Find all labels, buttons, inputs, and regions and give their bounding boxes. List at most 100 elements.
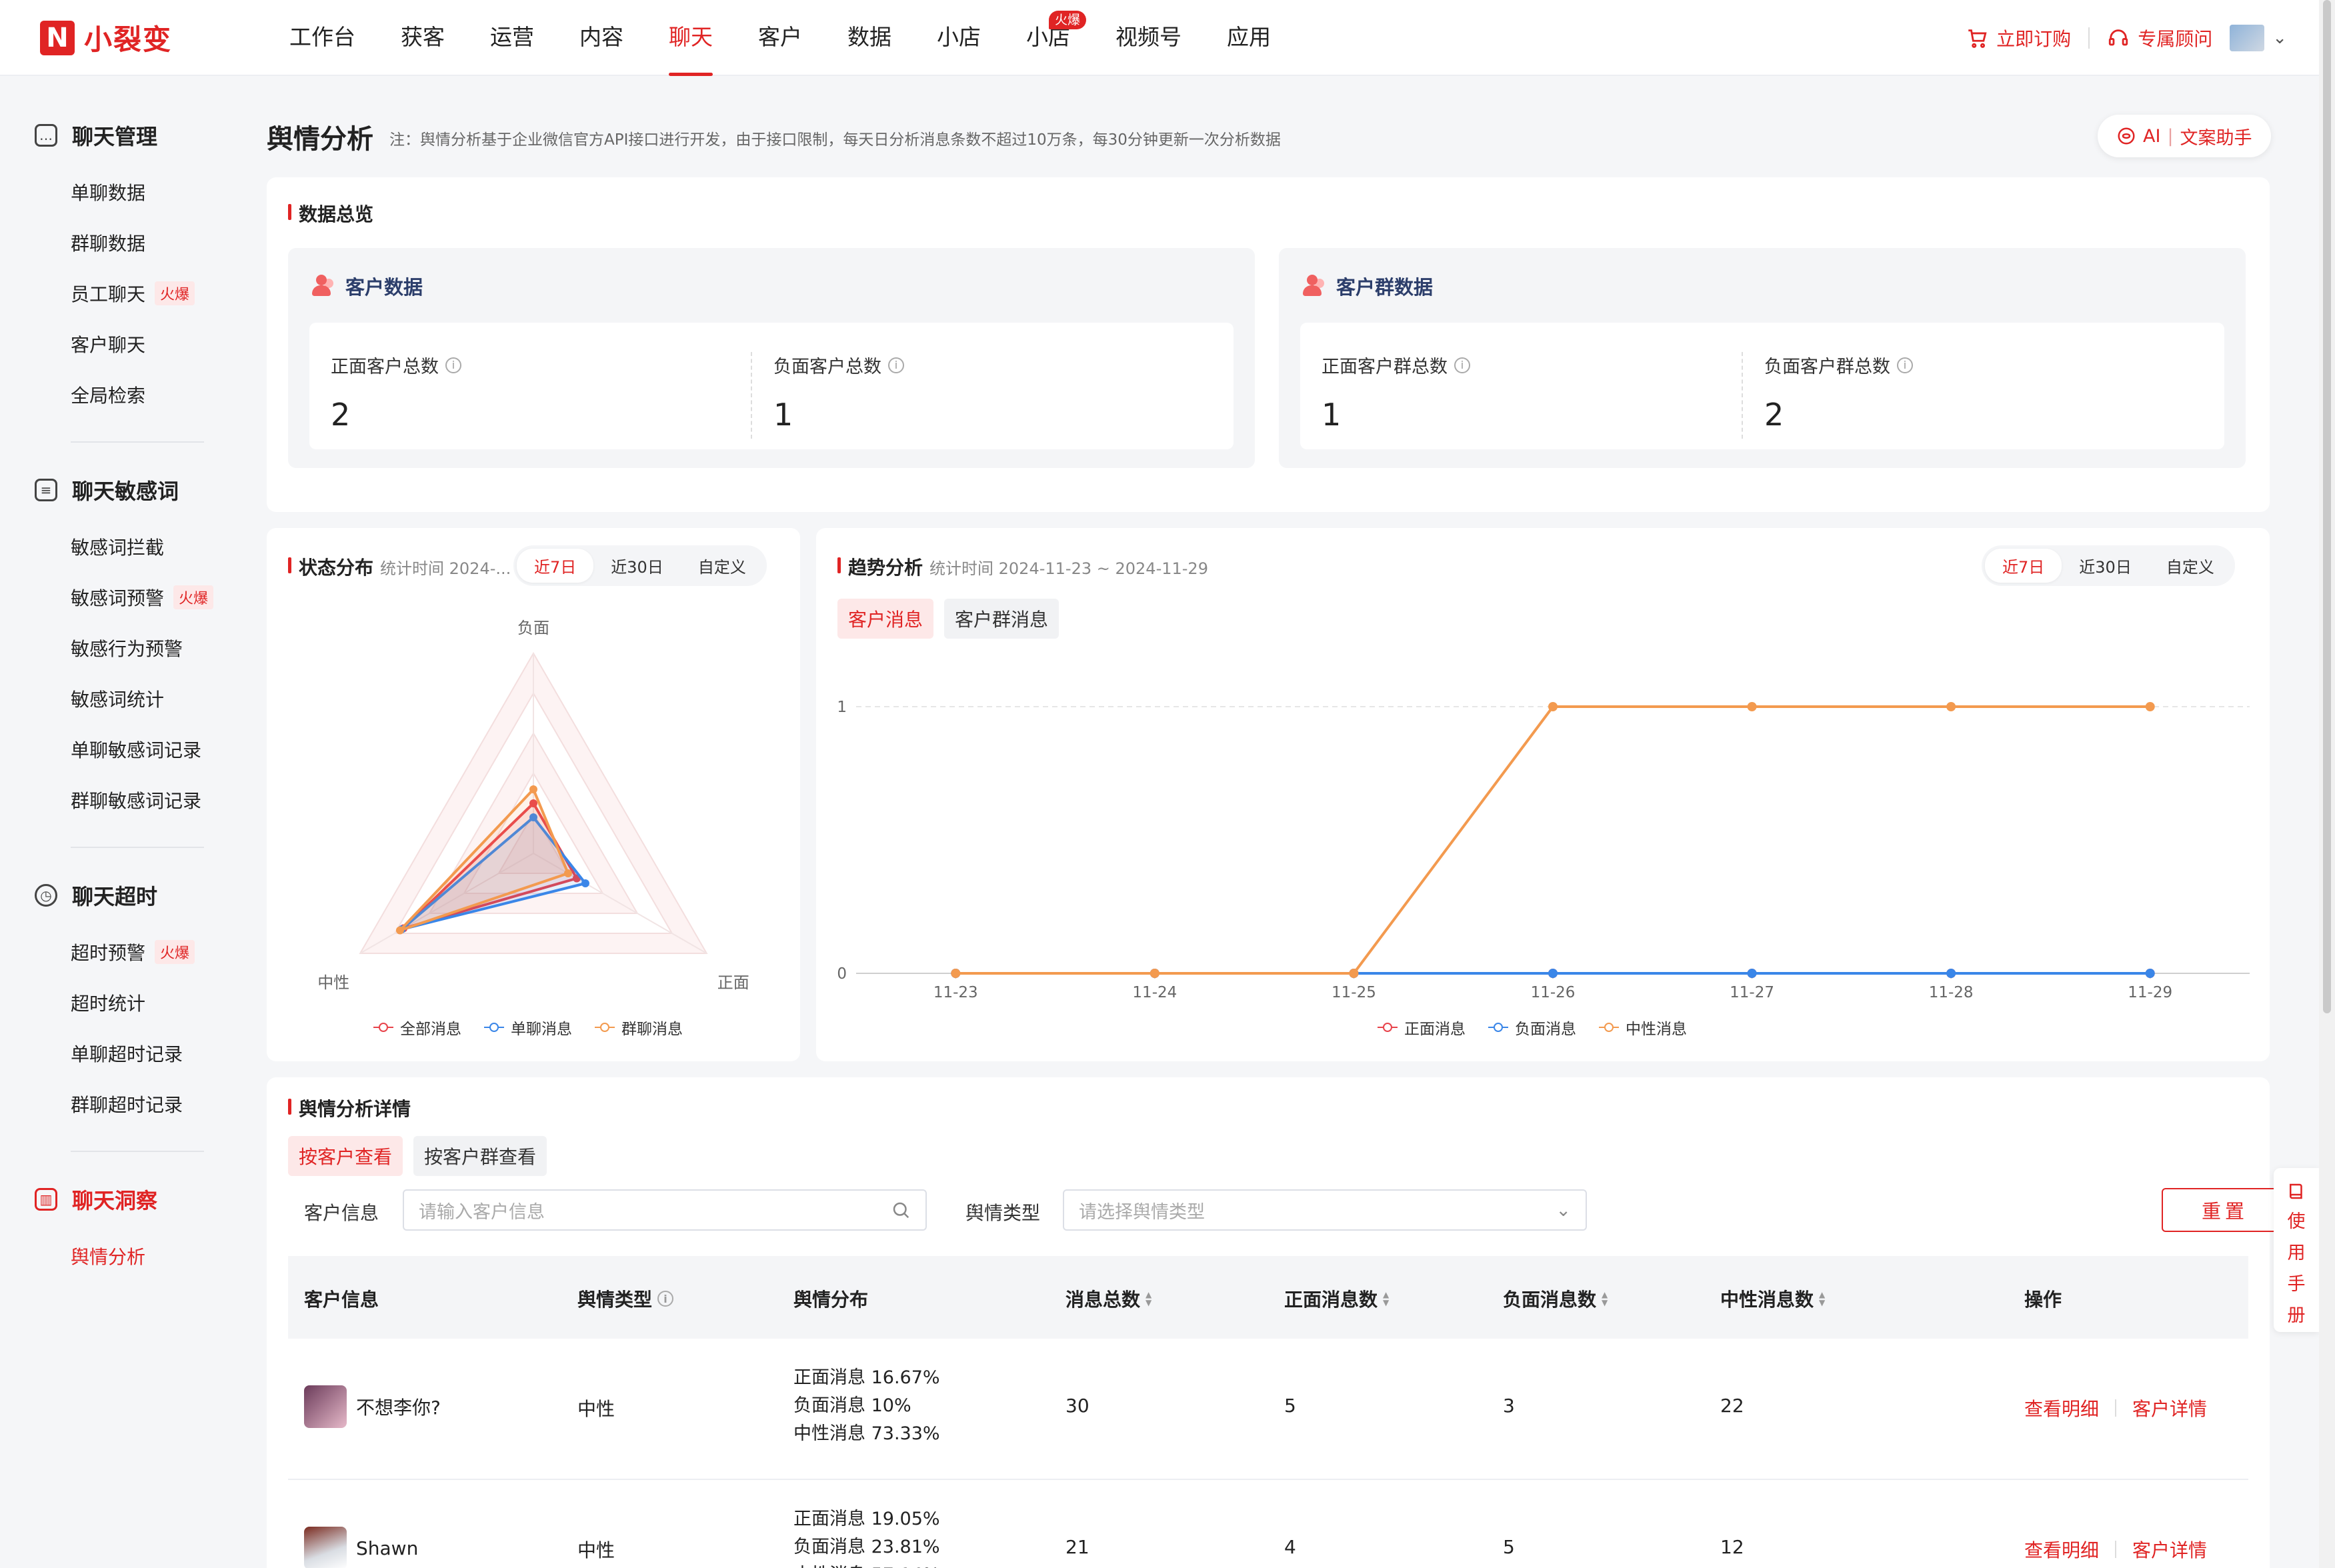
data-point[interactable] <box>1548 969 1558 978</box>
sidebar-item-label: 超时预警 <box>71 942 146 964</box>
order-button[interactable]: 立即订购 <box>1966 25 2071 51</box>
nav-customer[interactable]: 客户 <box>735 0 825 76</box>
legend-all[interactable]: 全部消息 <box>373 1016 461 1039</box>
top-navbar: N 小裂变 工作台 获客 运营 内容 聊天 客户 数据 小店 小店 火爆 视频号 … <box>0 0 2335 76</box>
sidebar-item-word-alert[interactable]: 敏感词预警 火爆 <box>71 584 214 611</box>
nav-operation[interactable]: 运营 <box>467 0 557 76</box>
legend-positive[interactable]: 正面消息 <box>1378 1016 1466 1039</box>
col-positive[interactable]: 正面消息数 ▲ ▼ <box>1284 1285 1389 1312</box>
reset-button[interactable]: 重置 <box>2162 1188 2288 1232</box>
nav-content[interactable]: 内容 <box>557 0 646 76</box>
page-scrollbar[interactable] <box>2319 0 2335 1568</box>
logo[interactable]: N 小裂变 <box>40 17 172 58</box>
data-point[interactable] <box>1747 969 1757 978</box>
sidebar-group-insight[interactable]: ▥ 聊天洞察 <box>35 1184 157 1215</box>
radar-point[interactable] <box>529 785 537 793</box>
view-detail-link[interactable]: 查看明细 <box>2024 1536 2099 1563</box>
col-neutral[interactable]: 中性消息数 ▲ ▼ <box>1720 1285 1825 1312</box>
range-7d[interactable]: 近7日 <box>1985 549 2062 583</box>
info-icon[interactable]: i <box>888 357 904 373</box>
nav-apps[interactable]: 应用 <box>1204 0 1294 76</box>
radar-point[interactable] <box>563 869 572 877</box>
sidebar-group-timeout[interactable]: ◷ 聊天超时 <box>35 880 157 911</box>
data-point[interactable] <box>1349 969 1359 978</box>
dist-neutral: 中性消息 57.14% <box>793 1561 940 1568</box>
nav-shop[interactable]: 小店 <box>914 0 1003 76</box>
nav-data[interactable]: 数据 <box>825 0 914 76</box>
data-point[interactable] <box>1149 969 1159 978</box>
sidebar-item-sentiment[interactable]: 舆情分析 <box>71 1243 145 1269</box>
nav-workbench[interactable]: 工作台 <box>267 0 378 76</box>
tab-by-customer[interactable]: 按客户查看 <box>288 1136 403 1176</box>
divider <box>751 352 752 439</box>
col-negative[interactable]: 负面消息数 ▲ ▼ <box>1503 1285 1608 1312</box>
customer-search-input[interactable]: 请输入客户信息 <box>403 1189 927 1231</box>
search-icon[interactable] <box>891 1200 911 1220</box>
sidebar-item-group-timeout-log[interactable]: 群聊超时记录 <box>71 1091 183 1117</box>
legend-single[interactable]: 单聊消息 <box>484 1016 572 1039</box>
legend-group[interactable]: 群聊消息 <box>595 1016 683 1039</box>
type-select[interactable]: 请选择舆情类型 ⌄ <box>1063 1189 1587 1231</box>
range-30d[interactable]: 近30日 <box>593 549 681 583</box>
info-icon[interactable]: i <box>445 357 461 373</box>
range-30d[interactable]: 近30日 <box>2062 549 2149 583</box>
sidebar-item-timeout-alert[interactable]: 超时预警 火爆 <box>71 939 195 965</box>
tab-by-group[interactable]: 按客户群查看 <box>413 1136 547 1176</box>
sidebar-group-chat-manage[interactable]: … 聊天管理 <box>35 120 157 151</box>
info-icon[interactable]: i <box>657 1291 674 1307</box>
stat-positive-groups: 正面客户群总数 i 1 <box>1322 352 1470 433</box>
sort-icon: ▲ ▼ <box>1145 1290 1152 1307</box>
range-custom[interactable]: 自定义 <box>681 549 763 583</box>
row-total: 30 <box>1065 1395 1089 1417</box>
sidebar-item-global-search[interactable]: 全局检索 <box>71 381 145 408</box>
sidebar-item-single-chat[interactable]: 单聊数据 <box>71 179 145 205</box>
data-point[interactable] <box>951 969 961 978</box>
data-point[interactable] <box>2145 969 2155 978</box>
user-manual-button[interactable]: 使 用 手 册 <box>2274 1168 2319 1332</box>
info-icon[interactable]: i <box>1897 357 1913 373</box>
customer-data-panel: 客户数据 正面客户总数 i 2 负面客户总数 i 1 <box>288 248 1255 468</box>
x-tick-label: 11-29 <box>2128 984 2172 1001</box>
sidebar-item-single-timeout-log[interactable]: 单聊超时记录 <box>71 1040 183 1067</box>
data-point[interactable] <box>1548 702 1558 711</box>
row-negative: 5 <box>1503 1536 1515 1558</box>
detail-title: 舆情分析详情 <box>288 1095 411 1121</box>
tab-group-msg[interactable]: 客户群消息 <box>944 599 1059 639</box>
legend-neutral[interactable]: 中性消息 <box>1599 1016 1687 1039</box>
user-menu[interactable]: ⌄ <box>2230 25 2287 51</box>
sidebar-item-single-word-log[interactable]: 单聊敏感词记录 <box>71 736 201 763</box>
data-point[interactable] <box>1946 702 1956 711</box>
nav-chat[interactable]: 聊天 <box>646 0 735 76</box>
view-detail-link[interactable]: 查看明细 <box>2024 1395 2099 1421</box>
sidebar-item-group-chat[interactable]: 群聊数据 <box>71 229 145 256</box>
sidebar-item-customer-chat[interactable]: 客户聊天 <box>71 331 145 357</box>
radar-point[interactable] <box>581 879 589 887</box>
data-point[interactable] <box>1747 702 1757 711</box>
nav-shop-hot[interactable]: 小店 火爆 <box>1003 0 1093 76</box>
sidebar-item-timeout-stats[interactable]: 超时统计 <box>71 989 145 1016</box>
sidebar-item-staff-chat[interactable]: 员工聊天 火爆 <box>71 280 195 307</box>
scrollbar-thumb[interactable] <box>2323 0 2331 1013</box>
data-point[interactable] <box>2145 702 2155 711</box>
sidebar-group-sensitive[interactable]: ≡ 聊天敏感词 <box>35 475 179 505</box>
customer-detail-link[interactable]: 客户详情 <box>2132 1395 2207 1421</box>
col-total[interactable]: 消息总数 ▲ ▼ <box>1065 1285 1151 1312</box>
info-icon[interactable]: i <box>1454 357 1470 373</box>
data-point[interactable] <box>1946 969 1956 978</box>
customer-detail-link[interactable]: 客户详情 <box>2132 1536 2207 1563</box>
sidebar-item-word-stats[interactable]: 敏感词统计 <box>71 685 164 712</box>
manual-char: 用 <box>2287 1243 2306 1263</box>
radar-point[interactable] <box>395 926 404 935</box>
sidebar-item-group-word-log[interactable]: 群聊敏感词记录 <box>71 787 201 813</box>
legend-negative[interactable]: 负面消息 <box>1488 1016 1576 1039</box>
range-custom[interactable]: 自定义 <box>2149 549 2232 583</box>
row-total: 21 <box>1065 1536 1089 1558</box>
ai-helper-button[interactable]: AI | 文案助手 <box>2098 115 2271 157</box>
consultant-button[interactable]: 专属顾问 <box>2107 25 2212 51</box>
sidebar-item-behavior-alert[interactable]: 敏感行为预警 <box>71 635 183 661</box>
nav-acquire[interactable]: 获客 <box>378 0 467 76</box>
nav-channels[interactable]: 视频号 <box>1093 0 1204 76</box>
range-7d[interactable]: 近7日 <box>517 549 594 583</box>
sidebar-item-word-block[interactable]: 敏感词拦截 <box>71 533 164 560</box>
tab-customer-msg[interactable]: 客户消息 <box>837 599 934 639</box>
